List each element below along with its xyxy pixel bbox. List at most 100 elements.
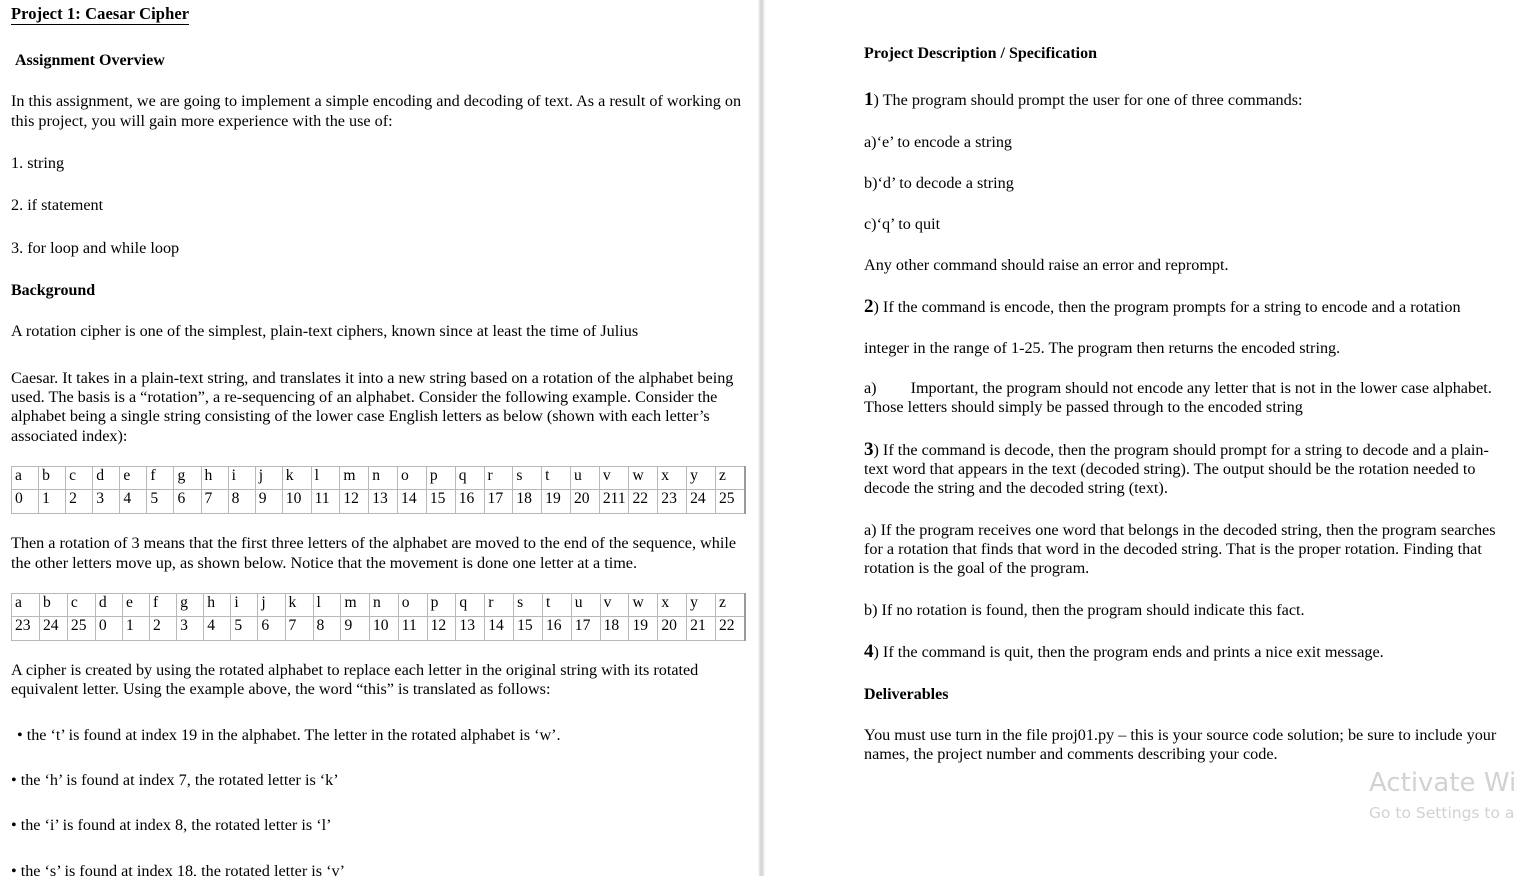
table-cell-index: 24 (38, 615, 68, 641)
table-cell-letter: b (38, 466, 67, 491)
table-cell-letter: g (176, 592, 205, 617)
spec-item-2-number: 2 (864, 296, 874, 318)
table-cell-index: 20 (570, 489, 600, 515)
table-cell-index: 14 (397, 489, 427, 515)
table-cell-index: 13 (368, 489, 399, 515)
table-cell-letter: m (340, 592, 370, 617)
table-cell-index: 25 (66, 615, 96, 641)
table-cell-index: 3 (176, 615, 205, 641)
table-rotated-alphabet: abcdefghijklmnopqrstuvwxyz 23 24 25 0 1 2 3 4 5 6… (11, 592, 746, 641)
table-cell-letter: z (715, 592, 746, 617)
table-cell-index: 12 (339, 489, 370, 515)
table-cell-letter: v (598, 466, 630, 491)
spec-item-4-number: 4 (864, 641, 874, 663)
table-cell-index: 7 (284, 615, 314, 641)
table-cell-letter: q (454, 466, 485, 491)
table-cell-index: 18 (512, 489, 543, 515)
table-cell-letter: u (570, 466, 600, 491)
table-cell-index: 23 (11, 615, 40, 641)
table-cell-letter: f (149, 592, 178, 617)
table-row-letters: abcdefghijklmnopqrstuvwxyz (10, 466, 746, 491)
table-cell-letter: j (257, 592, 286, 617)
table-cell-index: 1 (121, 615, 151, 641)
table-cell-index: 2 (149, 615, 178, 641)
table-cell-letter: r (484, 592, 515, 617)
table-cell-index: 10 (281, 489, 312, 515)
spec-item-2a: a) Important, the program should not enco… (864, 379, 1501, 418)
table-row-indices: 23 24 25 0 1 2 3 4 5 6 7 8 9 10 11 12 13 14 15 16 17 18 19 20 21… (11, 615, 746, 641)
spec-item-3a: a) If the program receives one word that… (864, 520, 1496, 578)
table-cell-letter: o (397, 592, 428, 617)
table-cell-index: 22 (715, 615, 746, 641)
bullet-item-h: • the ‘h’ is found at index 7, the rotat… (11, 771, 339, 790)
table-cell-letter: p (426, 592, 457, 617)
bullet-item-s: • the ‘s’ is found at index 18, the rota… (11, 861, 345, 876)
paragraph-background-1: A rotation cipher is one of the simplest… (11, 322, 639, 341)
spec-item-1-number: 1 (864, 89, 874, 111)
paragraph-cipher-explanation: A cipher is created by using the rotated… (11, 660, 699, 699)
heading-deliverables: Deliverables (864, 685, 949, 703)
table-cell-index: 25 (714, 489, 746, 515)
paragraph-deliverables: You must use turn in the file proj01.py … (864, 725, 1497, 764)
table-cell-index: 15 (425, 489, 456, 515)
table-cell-index: 16 (541, 615, 572, 641)
table-cell-index: 6 (173, 489, 202, 515)
table-cell-letter: r (483, 466, 514, 491)
table-cell-index: 8 (227, 489, 256, 515)
spec-item-1-text: ) The program should prompt the user for… (873, 91, 1303, 110)
table-cell-index: 12 (426, 615, 457, 641)
table-cell-index: 24 (686, 489, 716, 515)
table-cell-letter: z (714, 466, 746, 491)
table-cell-letter: s (512, 466, 543, 491)
spec-command-encode: a)‘e’ to encode a string (864, 132, 1013, 151)
spec-error-note: Any other command should raise an error … (864, 255, 1229, 274)
table-cell-letter: h (200, 466, 229, 491)
table-cell-index: 18 (599, 615, 630, 641)
table-cell-letter: y (686, 466, 716, 491)
spec-item-4: 4) If the command is quit, then the prog… (864, 642, 1501, 662)
table-cell-index: 19 (628, 615, 659, 641)
table-cell-letter: g (173, 466, 202, 491)
table-cell-letter: w (628, 592, 659, 617)
table-cell-letter: p (425, 466, 456, 491)
table-cell-index: 4 (119, 489, 148, 515)
table-cell-index: 0 (10, 489, 40, 515)
table-cell-index: 19 (541, 489, 571, 515)
table-cell-index: 11 (397, 615, 428, 641)
list-item-skill-2: 2. if statement (11, 196, 104, 215)
table-cell-index: 0 (94, 615, 123, 641)
spec-item-1: 1) The program should prompt the user fo… (864, 90, 1501, 110)
table-cell-letter: h (203, 592, 232, 617)
spec-item-3-number: 3 (864, 438, 874, 460)
table-cell-letter: n (368, 592, 399, 617)
table-cell-letter: c (65, 466, 94, 491)
spec-item-2a-label: a) (864, 378, 877, 397)
table-cell-letter: s (513, 592, 543, 617)
table-cell-letter: b (38, 592, 68, 617)
table-cell-letter: i (227, 466, 256, 491)
spec-item-2: 2) If the command is encode, then the pr… (864, 297, 1501, 317)
spec-item-2-text: ) If the command is encode, then the pro… (873, 298, 1461, 317)
table-row-letters: abcdefghijklmnopqrstuvwxyz (11, 592, 746, 617)
table-cell-letter: e (119, 466, 148, 491)
table-cell-letter: n (368, 466, 399, 491)
table-cell-index: 17 (570, 615, 601, 641)
page-title-wrap: Project 1: Caesar Cipher (11, 0, 746, 25)
table-cell-index: 10 (368, 615, 399, 641)
table-cell-letter: j (254, 466, 283, 491)
table-cell-letter: t (541, 592, 572, 617)
table-cell-index: 13 (455, 615, 486, 641)
table-cell-letter: t (541, 466, 571, 491)
table-cell-index: 16 (454, 489, 485, 515)
spec-item-2-continued: integer in the range of 1-25. The progra… (864, 338, 1341, 357)
page-divider (758, 0, 765, 876)
table-cell-letter: k (281, 466, 312, 491)
bullet-item-i: • the ‘i’ is found at index 8, the rotat… (11, 816, 332, 835)
heading-assignment-overview: Assignment Overview (15, 51, 165, 69)
table-cell-letter: e (121, 592, 151, 617)
table-cell-letter: l (312, 592, 342, 617)
spec-item-3-text: ) If the command is decode, then the pro… (864, 440, 1489, 498)
list-item-skill-3: 3. for loop and while loop (11, 238, 180, 257)
table-cell-letter: w (628, 466, 659, 491)
table-cell-letter: x (657, 592, 688, 617)
